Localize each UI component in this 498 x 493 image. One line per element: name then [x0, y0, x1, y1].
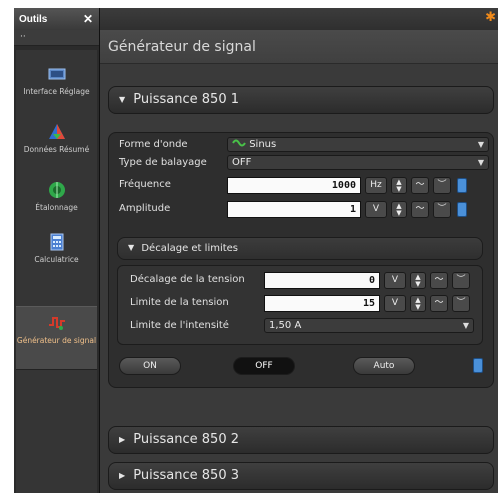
calibration-icon	[48, 182, 65, 198]
frequency-label: Fréquence	[119, 179, 171, 190]
chevron-down-icon: ▼	[477, 158, 484, 167]
waveform-label: Forme d'onde	[119, 139, 188, 150]
voltage-limit-unit-button[interactable]: V	[384, 295, 406, 312]
auto-button[interactable]: Auto	[353, 357, 415, 375]
section-title: Puissance 850 3	[133, 468, 240, 483]
signal-generator-icon	[48, 317, 65, 330]
section-panel-puissance-1: Forme d'onde Sinus ▼ Type de balayage OF…	[108, 132, 494, 388]
offset-input[interactable]: 0	[264, 272, 380, 289]
prism-icon	[48, 124, 65, 139]
current-limit-value: 1,50 A	[269, 320, 302, 331]
amplitude-unit-button[interactable]: V	[365, 201, 387, 218]
sidebar-item-interface[interactable]: Interface Réglage	[16, 64, 97, 122]
calculator-icon	[50, 233, 63, 251]
sidebar-item-label: Étalonnage	[35, 203, 78, 212]
sidebar-subheader: ··	[14, 30, 99, 46]
page-title: Générateur de signal	[100, 30, 498, 64]
section-header-puissance-1[interactable]: ▼ Puissance 850 1	[108, 86, 494, 114]
sidebar-item-calculator[interactable]: Calculatrice	[16, 232, 97, 290]
waveform-dropdown[interactable]: Sinus ▼	[227, 137, 489, 152]
offset-unit-button[interactable]: V	[384, 272, 406, 289]
close-icon[interactable]: ✕	[83, 12, 93, 26]
voltage-limit-stepper[interactable]: ▲ ▼	[410, 295, 426, 312]
voltage-limit-input[interactable]: 15	[264, 295, 380, 312]
sidebar-item-label: Interface Réglage	[23, 87, 90, 96]
section-header-puissance-3[interactable]: ▶ Puissance 850 3	[108, 462, 494, 490]
sidebar-item-signal-generator[interactable]: Générateur de signal	[16, 306, 97, 370]
offset-decrease-button[interactable]: 〜	[430, 272, 448, 289]
amplitude-stepper[interactable]: ▲ ▼	[391, 201, 407, 218]
sidebar-item-calibration[interactable]: Étalonnage	[16, 180, 97, 238]
monitor-icon	[48, 68, 65, 80]
sweep-value: OFF	[232, 157, 252, 168]
voltage-limit-increase-button[interactable]: ︶	[452, 295, 470, 312]
offset-label: Décalage de la tension	[130, 274, 245, 285]
amplitude-label: Amplitude	[119, 203, 171, 214]
section-header-puissance-2[interactable]: ▶ Puissance 850 2	[108, 426, 494, 454]
offset-increase-button[interactable]: ︶	[452, 272, 470, 289]
sidebar-item-label: Générateur de signal	[16, 336, 97, 345]
voltage-limit-label: Limite de la tension	[130, 297, 229, 308]
sine-wave-icon	[232, 139, 246, 147]
frequency-stepper[interactable]: ▲ ▼	[391, 177, 407, 194]
frequency-input[interactable]: 1000	[227, 177, 361, 194]
voltage-limit-decrease-button[interactable]: 〜	[430, 295, 448, 312]
sidebar-item-data[interactable]: Données Résumé	[16, 122, 97, 180]
top-bar: ✱	[100, 8, 498, 30]
frequency-increase-button[interactable]: ︶	[433, 177, 451, 194]
frequency-unit-button[interactable]: Hz	[365, 177, 387, 194]
section-title: Puissance 850 1	[133, 92, 240, 107]
star-icon: ✱	[485, 10, 496, 25]
output-settings-icon[interactable]	[473, 358, 483, 373]
caret-down-icon: ▼	[128, 243, 135, 252]
amplitude-edit-icon[interactable]	[457, 202, 467, 217]
caret-down-icon: ▼	[119, 95, 126, 104]
subsection-header-offset[interactable]: ▼ Décalage et limites	[117, 237, 483, 260]
sweep-label: Type de balayage	[119, 157, 207, 168]
subsection-title: Décalage et limites	[141, 243, 239, 254]
current-limit-label: Limite de l'intensité	[130, 320, 229, 331]
offset-stepper[interactable]: ▲ ▼	[410, 272, 426, 289]
frequency-edit-icon[interactable]	[457, 178, 467, 193]
sidebar-item-label: Données Résumé	[23, 145, 90, 154]
frequency-decrease-button[interactable]: 〜	[411, 177, 429, 194]
main-panel: ✱ Générateur de signal ▼ Puissance 850 1…	[100, 8, 498, 493]
on-button[interactable]: ON	[119, 357, 181, 375]
offset-limits-panel: Décalage de la tension 0 V ▲ ▼ 〜 ︶ Limite…	[117, 265, 483, 345]
amplitude-decrease-button[interactable]: 〜	[411, 201, 429, 218]
tools-sidebar: Outils ✕ ·· Interface Réglage Données Ré…	[14, 8, 100, 493]
amplitude-input[interactable]: 1	[227, 201, 361, 218]
amplitude-increase-button[interactable]: ︶	[433, 201, 451, 218]
sidebar-header: Outils ✕	[14, 8, 99, 30]
caret-right-icon: ▶	[119, 471, 126, 480]
sidebar-item-label: Calculatrice	[34, 255, 79, 264]
sweep-dropdown[interactable]: OFF ▼	[227, 155, 489, 170]
section-title: Puissance 850 2	[133, 432, 240, 447]
current-limit-dropdown[interactable]: 1,50 A ▼	[264, 318, 474, 333]
chevron-down-icon: ▼	[462, 321, 469, 330]
sidebar-list: Interface Réglage Données Résumé Étalonn…	[16, 50, 97, 493]
off-button[interactable]: OFF	[233, 357, 295, 375]
waveform-value: Sinus	[249, 139, 277, 150]
caret-right-icon: ▶	[119, 435, 126, 444]
sidebar-title: Outils	[19, 13, 48, 25]
chevron-down-icon: ▼	[477, 140, 484, 149]
